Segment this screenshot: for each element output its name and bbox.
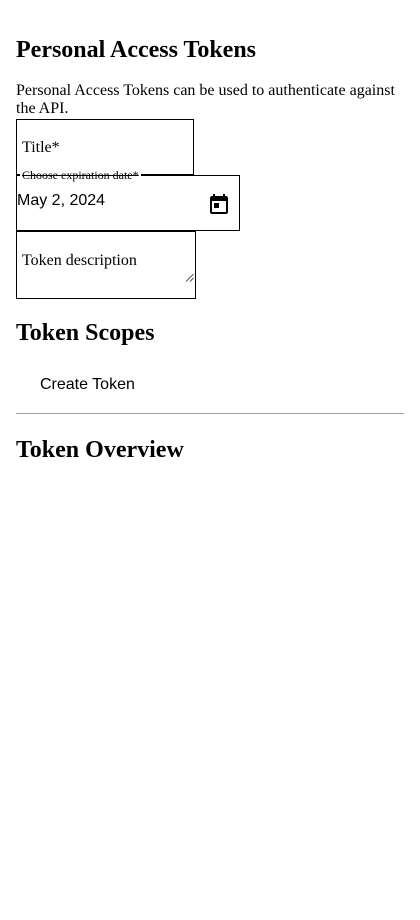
token-scopes-heading: Token Scopes [16, 320, 155, 346]
calendar-icon[interactable] [207, 192, 231, 216]
token-overview-heading: Token Overview [16, 437, 184, 463]
resize-grip-icon[interactable] [185, 273, 194, 282]
title-required-mark: * [51, 139, 60, 156]
expiration-date-label: Choose expiration date* [20, 168, 141, 182]
intro-text: Personal Access Tokens can be used to au… [16, 82, 395, 117]
page-title: Personal Access Tokens [16, 37, 257, 63]
token-description-label: Token description [22, 252, 137, 269]
title-field[interactable]: Title* [16, 119, 194, 175]
expiration-required-mark: * [132, 168, 139, 182]
expiration-date-field[interactable]: Choose expiration date* May 2, 2024 [16, 169, 240, 231]
token-description-field[interactable]: Token description [16, 231, 196, 299]
expiration-date-value[interactable]: May 2, 2024 [17, 192, 105, 210]
create-token-button[interactable]: Create Token [40, 376, 135, 394]
divider [16, 413, 404, 414]
title-field-label: Title* [22, 139, 60, 156]
